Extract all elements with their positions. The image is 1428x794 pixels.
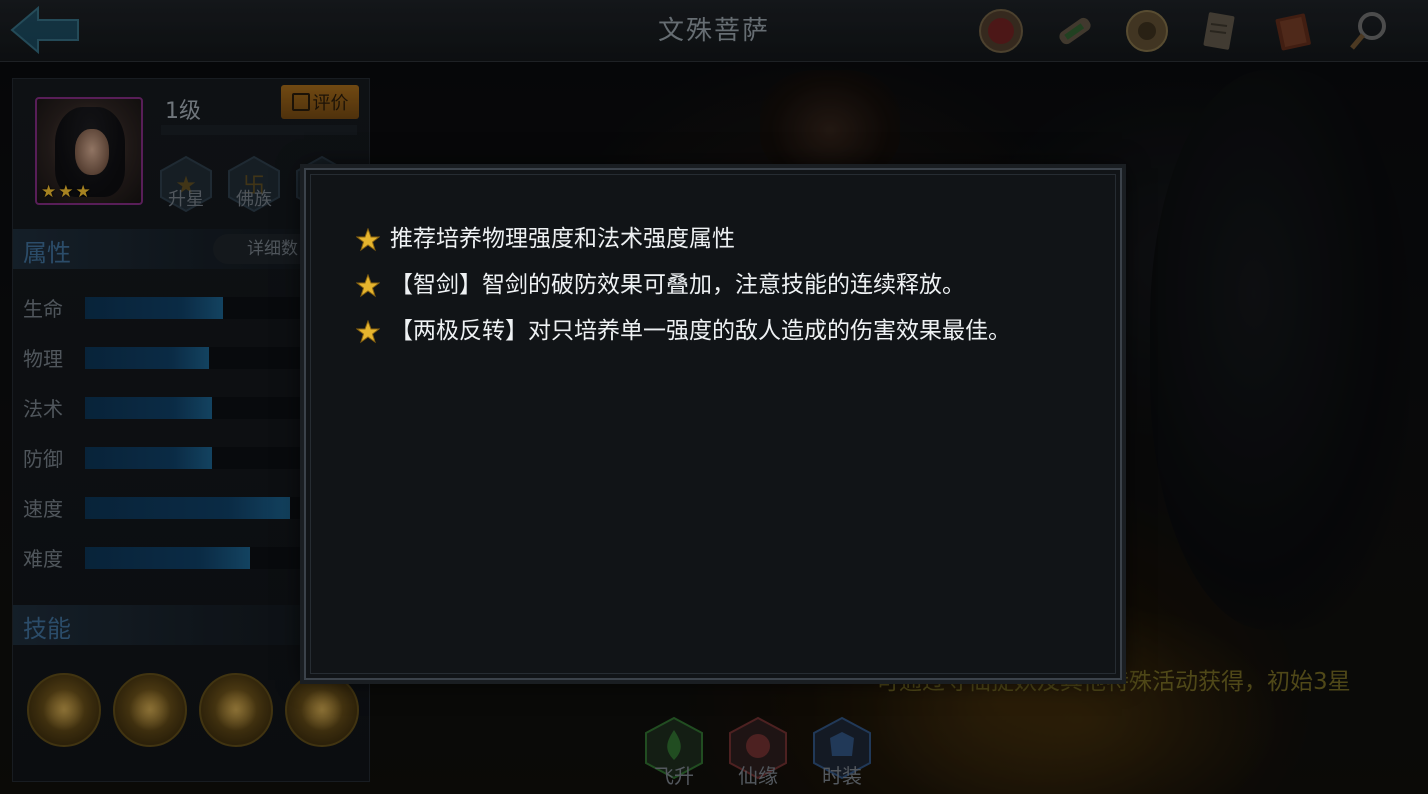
- tip-text: 【两极反转】对只培养单一强度的敌人造成的伤害效果最佳。: [390, 318, 1011, 344]
- star-bullet-icon: [356, 320, 380, 344]
- star-bullet-icon: [356, 228, 380, 252]
- star-bullet-icon: [356, 274, 380, 298]
- tip-text: 【智剑】智剑的破防效果可叠加，注意技能的连续释放。: [390, 272, 965, 298]
- hero-tips-dialog: 推荐培养物理强度和法术强度属性 【智剑】智剑的破防效果可叠加，注意技能的连续释放…: [304, 168, 1122, 680]
- tip-text: 推荐培养物理强度和法术强度属性: [390, 226, 735, 252]
